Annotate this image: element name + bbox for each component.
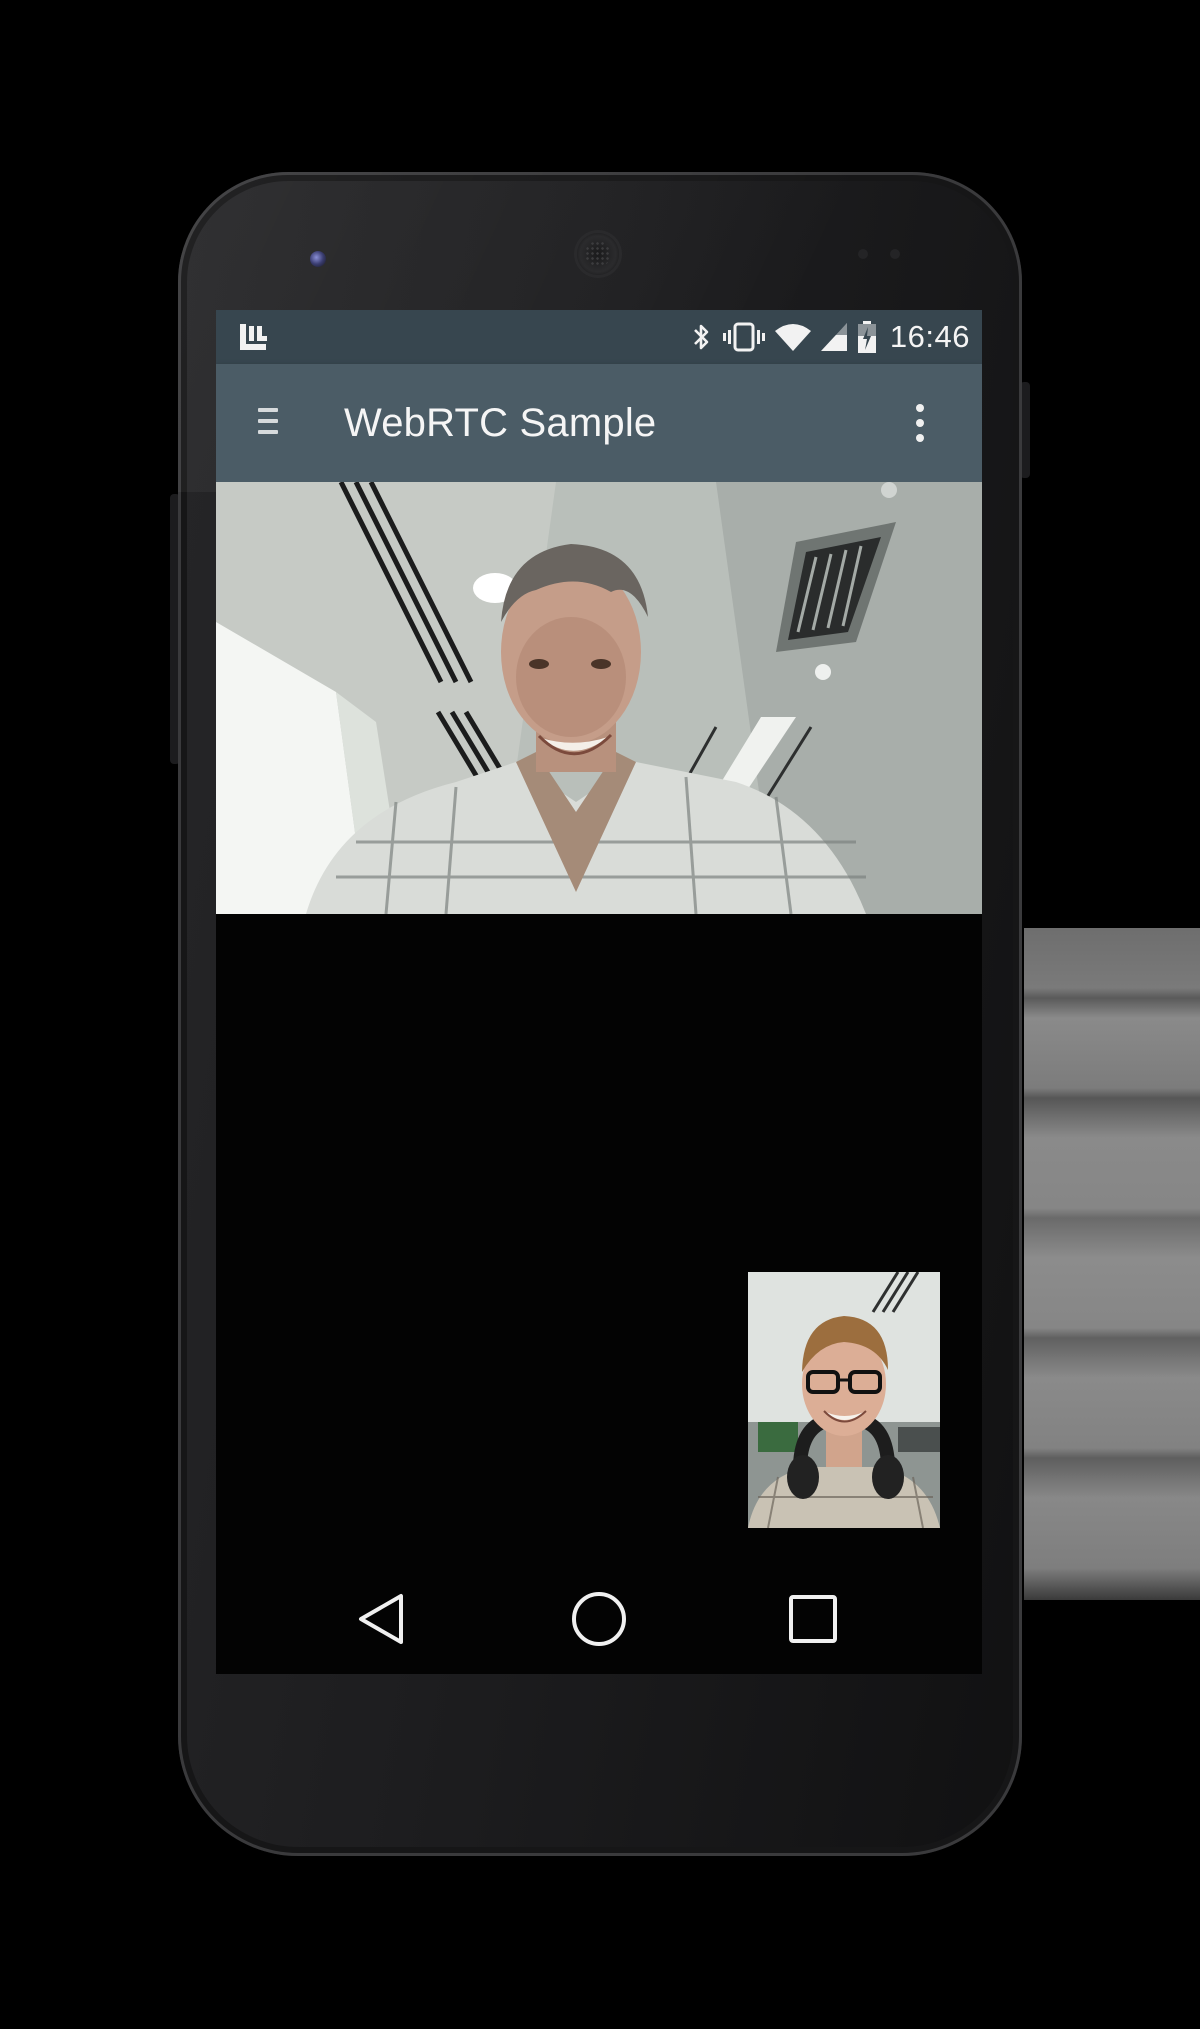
app-bar: WebRTC Sample: [216, 364, 982, 482]
local-video-frame: [748, 1272, 940, 1528]
app-title: WebRTC Sample: [344, 401, 657, 445]
more-vert-icon[interactable]: [910, 404, 930, 446]
launcher-icon: [240, 324, 267, 350]
light-sensor: [890, 249, 900, 259]
status-icons: 16:46: [690, 310, 970, 364]
wifi-icon: [774, 324, 811, 351]
clock: 16:46: [889, 319, 970, 354]
screen: 16:46 WebRTC Sample: [216, 310, 982, 1674]
remote-video-frame: [216, 482, 982, 914]
local-video-preview: [748, 1272, 940, 1528]
bluetooth-icon: [694, 324, 709, 350]
remote-video: [216, 482, 982, 914]
cell-signal-icon: [820, 323, 847, 351]
home-icon[interactable]: [564, 1584, 634, 1654]
vibrate-icon: [722, 322, 765, 352]
status-bar: 16:46: [216, 310, 982, 364]
proximity-sensor: [858, 249, 868, 259]
front-camera: [310, 251, 326, 267]
background-artifact: [1024, 928, 1200, 1600]
stage: 16:46 WebRTC Sample: [0, 0, 1200, 2029]
menu-icon[interactable]: [258, 408, 280, 438]
recents-icon[interactable]: [778, 1584, 848, 1654]
battery-icon: [857, 321, 876, 353]
back-icon[interactable]: [348, 1584, 418, 1654]
navigation-bar: [216, 1566, 982, 1674]
earpiece-speaker: [577, 233, 619, 275]
